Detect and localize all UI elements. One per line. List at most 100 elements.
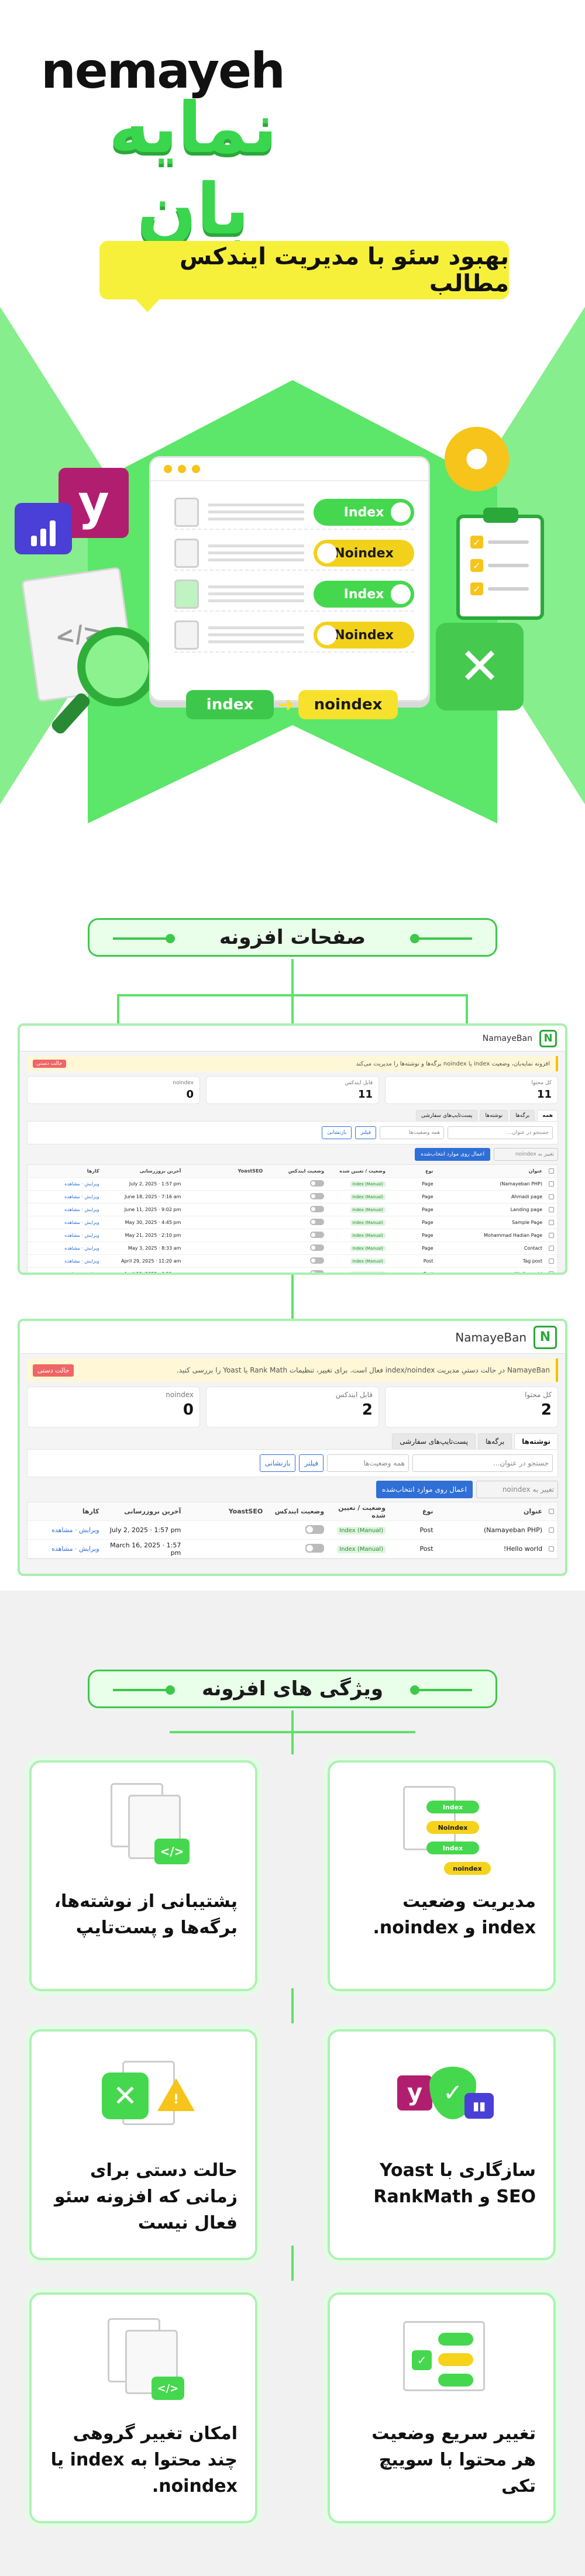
row-checkbox[interactable] [549, 1233, 554, 1238]
row-index-switch[interactable] [263, 1219, 325, 1226]
row-index-switch[interactable] [263, 1257, 325, 1265]
row-checkbox[interactable] [549, 1527, 554, 1533]
tab-custom-post-types[interactable]: پست‌تایپ‌های سفارشی [415, 1110, 478, 1121]
row-index-switch[interactable] [263, 1206, 325, 1213]
screenshot-header: N NamayeBan [20, 1321, 565, 1354]
row-checkbox[interactable] [549, 1194, 554, 1199]
reset-button[interactable]: بازنشانی [259, 1454, 296, 1472]
table-row[interactable]: (Namayeban PHP) Post Index (Manual) July 2,… [27, 1521, 558, 1540]
document-icon [174, 539, 199, 568]
feature-card-bulk-change: </> امکان تغییر گروهی چند محتوا به index… [29, 2292, 257, 2523]
document-icon [174, 498, 199, 527]
row-actions[interactable]: ویرایش · مشاهده [31, 1271, 99, 1273]
index-switch[interactable] [310, 1232, 325, 1238]
alert-text: افزونه نمایه‌بان، وضعیت index یا noindex… [356, 1060, 550, 1067]
table-row[interactable]: Tag post Post Index (Manual) April 29, 2025… [27, 1255, 558, 1268]
screenshot-header: N NamayeBan [20, 1026, 565, 1051]
row-actions[interactable]: ویرایش · مشاهده [31, 1194, 99, 1199]
window-row: Noindex [174, 619, 414, 653]
index-switch[interactable] [305, 1543, 325, 1553]
tools-warning-icon: ✕ ! [93, 2043, 198, 2149]
index-status-pill: Index (Manual) [350, 1194, 386, 1200]
row-checkbox[interactable] [549, 1246, 554, 1251]
select-all-checkbox[interactable] [549, 1509, 554, 1514]
row-checkbox[interactable] [549, 1258, 554, 1264]
row-index-switch[interactable] [263, 1232, 325, 1239]
bulk-action-select[interactable]: تغییر به noindex [494, 1148, 558, 1161]
bulk-action-select[interactable]: تغییر به noindex [476, 1481, 558, 1498]
row-actions[interactable]: ویرایش · مشاهده [31, 1526, 99, 1534]
row-actions[interactable]: ویرایش · مشاهده [31, 1233, 99, 1238]
index-switch[interactable] [310, 1244, 325, 1251]
filter-button[interactable]: فیلتر [299, 1454, 324, 1472]
row-checkbox[interactable] [549, 1181, 554, 1187]
tab-custom-post-types[interactable]: پست‌تایپ‌های سفارشی [392, 1433, 476, 1449]
row-title: Hello world! [503, 1545, 542, 1553]
tagline-text: بهبود سئو با مدیریت ایندکس مطالب [180, 243, 509, 297]
arrow-right-icon: ➜ [277, 693, 295, 716]
index-switch[interactable] [310, 1219, 325, 1225]
manual-mode-button[interactable]: حالت دستی [33, 1364, 74, 1377]
tab-pages[interactable]: برگه‌ها [510, 1110, 535, 1121]
manual-mode-button[interactable]: حالت دستی [33, 1060, 66, 1068]
bulk-apply-button[interactable]: اعمال روی موارد انتخاب‌شده [376, 1481, 473, 1498]
tab-pages[interactable]: برگه‌ها [478, 1433, 512, 1449]
table-row[interactable]: Ahmadi page Page Index (Manual) June 18, 20… [27, 1191, 558, 1203]
row-checkbox[interactable] [549, 1207, 554, 1212]
feature-card-index-management: Index Noindex Index noindex مدیریت وضعیت… [328, 1760, 556, 1991]
row-actions[interactable]: ویرایش · مشاهده [31, 1545, 99, 1553]
filter-button[interactable]: فیلتر [355, 1126, 376, 1139]
row-index-switch[interactable] [263, 1525, 325, 1536]
row-actions[interactable]: ویرایش · مشاهده [31, 1258, 99, 1264]
feature-card-manual-mode: ✕ ! حالت دستی برای زمانی که افزونه سئو ف… [29, 2029, 257, 2260]
select-all-checkbox[interactable] [549, 1168, 554, 1174]
row-date: April 12, 2025 · 6:51 pm [123, 1271, 181, 1275]
index-switch[interactable] [310, 1206, 325, 1212]
index-switch[interactable] [310, 1270, 325, 1273]
status-filter-select[interactable]: همه وضعیت‌ها [327, 1454, 409, 1472]
table-row[interactable]: Landing page Page Index (Manual) June 11, 2… [27, 1203, 558, 1216]
tab-posts[interactable]: نوشته‌ها [480, 1110, 508, 1121]
row-index-switch[interactable] [263, 1180, 325, 1188]
content-tabs: همه برگه‌ها نوشته‌ها پست‌تایپ‌های سفارشی [27, 1110, 558, 1121]
table-row[interactable]: Sample Page Page Index (Manual) May 30, 202… [27, 1216, 558, 1229]
row-index-switch[interactable] [263, 1244, 325, 1252]
table-row[interactable]: Contact Page Index (Manual) May 3, 2025 · 8… [27, 1242, 558, 1255]
index-switch[interactable] [310, 1193, 325, 1199]
table-row[interactable]: (Namayeban PHP) Page Index (Manual) July 2,… [27, 1178, 558, 1191]
row-checkbox[interactable] [549, 1220, 554, 1225]
index-switch[interactable] [310, 1257, 325, 1264]
row-index-switch[interactable] [263, 1543, 325, 1554]
row-checkbox[interactable] [549, 1546, 554, 1551]
filter-toolbar: جستجو در عنوان... همه وضعیت‌ها فیلتر باز… [27, 1121, 558, 1144]
row-actions[interactable]: ویرایش · مشاهده [31, 1246, 99, 1251]
row-actions[interactable]: ویرایش · مشاهده [31, 1181, 99, 1187]
table-row[interactable]: Hello world! Post Index (Manual) March 16, … [27, 1540, 558, 1558]
content-tabs: نوشته‌ها برگه‌ها پست‌تایپ‌های سفارشی [27, 1433, 558, 1449]
row-actions[interactable]: ویرایش · مشاهده [31, 1220, 99, 1225]
row-type: Post [419, 1545, 433, 1553]
table-row[interactable]: Hello world! Post Index (Manual) April 12, … [27, 1268, 558, 1275]
feature-text: مدیریت وضعیت index و noindex. [373, 1891, 536, 1938]
noindex-toggle: Noindex [314, 540, 414, 567]
table-row[interactable]: Mohammad Hadian Page Page Index (Manual) Ma… [27, 1229, 558, 1242]
index-switch[interactable] [310, 1180, 325, 1187]
index-toggle-icon: Index Noindex Index noindex [391, 1774, 497, 1880]
row-checkbox[interactable] [549, 1271, 554, 1273]
bulk-apply-button[interactable]: اعمال روی موارد انتخاب‌شده [415, 1148, 490, 1161]
table-header: عنوان نوع وضعیت / تعیین شده وضعیت ایندکس Y… [27, 1502, 558, 1521]
search-input[interactable]: جستجو در عنوان... [412, 1454, 553, 1472]
reset-button[interactable]: بازنشانی [322, 1126, 352, 1139]
row-type: Post [423, 1271, 433, 1275]
search-input[interactable]: جستجو در عنوان... [448, 1126, 553, 1139]
row-date: June 18, 2025 · 7:16 am [124, 1194, 181, 1199]
tab-posts[interactable]: نوشته‌ها [514, 1433, 558, 1449]
namayeban-logo-icon: N [539, 1029, 557, 1047]
index-switch[interactable] [305, 1525, 325, 1534]
tab-all[interactable]: همه [537, 1110, 558, 1121]
features-section-banner: ویژگی های افزونه [88, 1670, 497, 1708]
row-actions[interactable]: ویرایش · مشاهده [31, 1207, 99, 1212]
status-filter-select[interactable]: همه وضعیت‌ها [380, 1126, 444, 1139]
row-index-switch[interactable] [263, 1193, 325, 1201]
row-index-switch[interactable] [263, 1270, 325, 1273]
